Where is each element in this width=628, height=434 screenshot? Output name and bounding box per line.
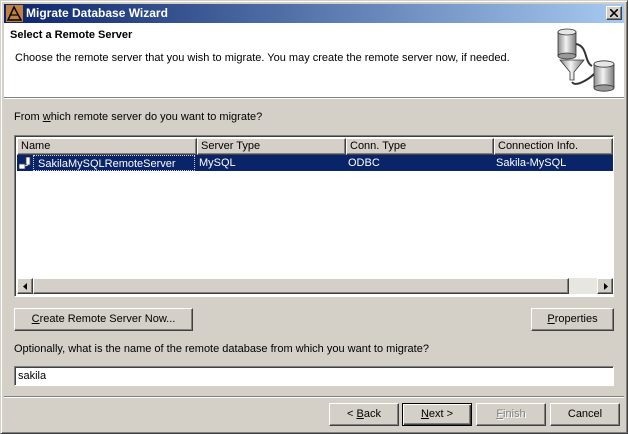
title-bar[interactable]: Migrate Database Wizard (4, 4, 624, 23)
column-header-connection-info[interactable]: Connection Info. (494, 138, 613, 155)
scroll-right-button[interactable] (597, 278, 613, 294)
horizontal-scrollbar[interactable] (17, 278, 613, 294)
arrow-right-icon (604, 283, 608, 290)
scroll-thumb[interactable] (33, 278, 569, 294)
page-title: Select a Remote Server (10, 29, 133, 41)
page-description: Choose the remote server that you wish t… (15, 52, 510, 64)
table-row[interactable]: SakilaMySQLRemoteServer MySQL ODBC Sakil… (17, 155, 613, 171)
arrow-left-icon (23, 283, 27, 290)
column-header-conn-type[interactable]: Conn. Type (346, 138, 494, 155)
remote-database-input[interactable] (14, 366, 614, 386)
footer-divider (4, 396, 624, 398)
back-button[interactable]: < Back (329, 403, 399, 426)
server-name-cell: SakilaMySQLRemoteServer (33, 155, 195, 171)
server-type-cell: MySQL (199, 157, 236, 169)
database-name-label: Optionally, what is the name of the remo… (14, 343, 429, 355)
properties-button[interactable]: Properties (531, 308, 614, 331)
migrate-database-wizard-window: Migrate Database Wizard Select a Remote … (0, 0, 628, 434)
list-header: Name Server Type Conn. Type Connection I… (17, 138, 613, 155)
header-divider (4, 97, 624, 99)
create-remote-server-button[interactable]: Create Remote Server Now... (14, 308, 193, 331)
column-header-server-type[interactable]: Server Type (197, 138, 346, 155)
database-funnel-icon (557, 28, 615, 92)
server-question-label: From which remote server do you want to … (14, 111, 263, 123)
remote-servers-list[interactable]: Name Server Type Conn. Type Connection I… (14, 135, 614, 297)
wizard-app-icon (6, 5, 23, 22)
window-title: Migrate Database Wizard (26, 6, 168, 20)
close-button[interactable] (606, 6, 622, 20)
scroll-left-button[interactable] (17, 278, 33, 294)
finish-button[interactable]: Finish (476, 403, 546, 426)
cancel-button[interactable]: Cancel (550, 403, 620, 426)
next-button[interactable]: Next > (402, 403, 472, 426)
server-icon (19, 157, 31, 169)
conn-type-cell: ODBC (348, 157, 380, 169)
close-icon (610, 9, 618, 17)
connection-info-cell: Sakila-MySQL (496, 157, 567, 169)
wizard-header: Select a Remote Server Choose the remote… (4, 23, 624, 97)
column-header-name[interactable]: Name (17, 138, 197, 155)
